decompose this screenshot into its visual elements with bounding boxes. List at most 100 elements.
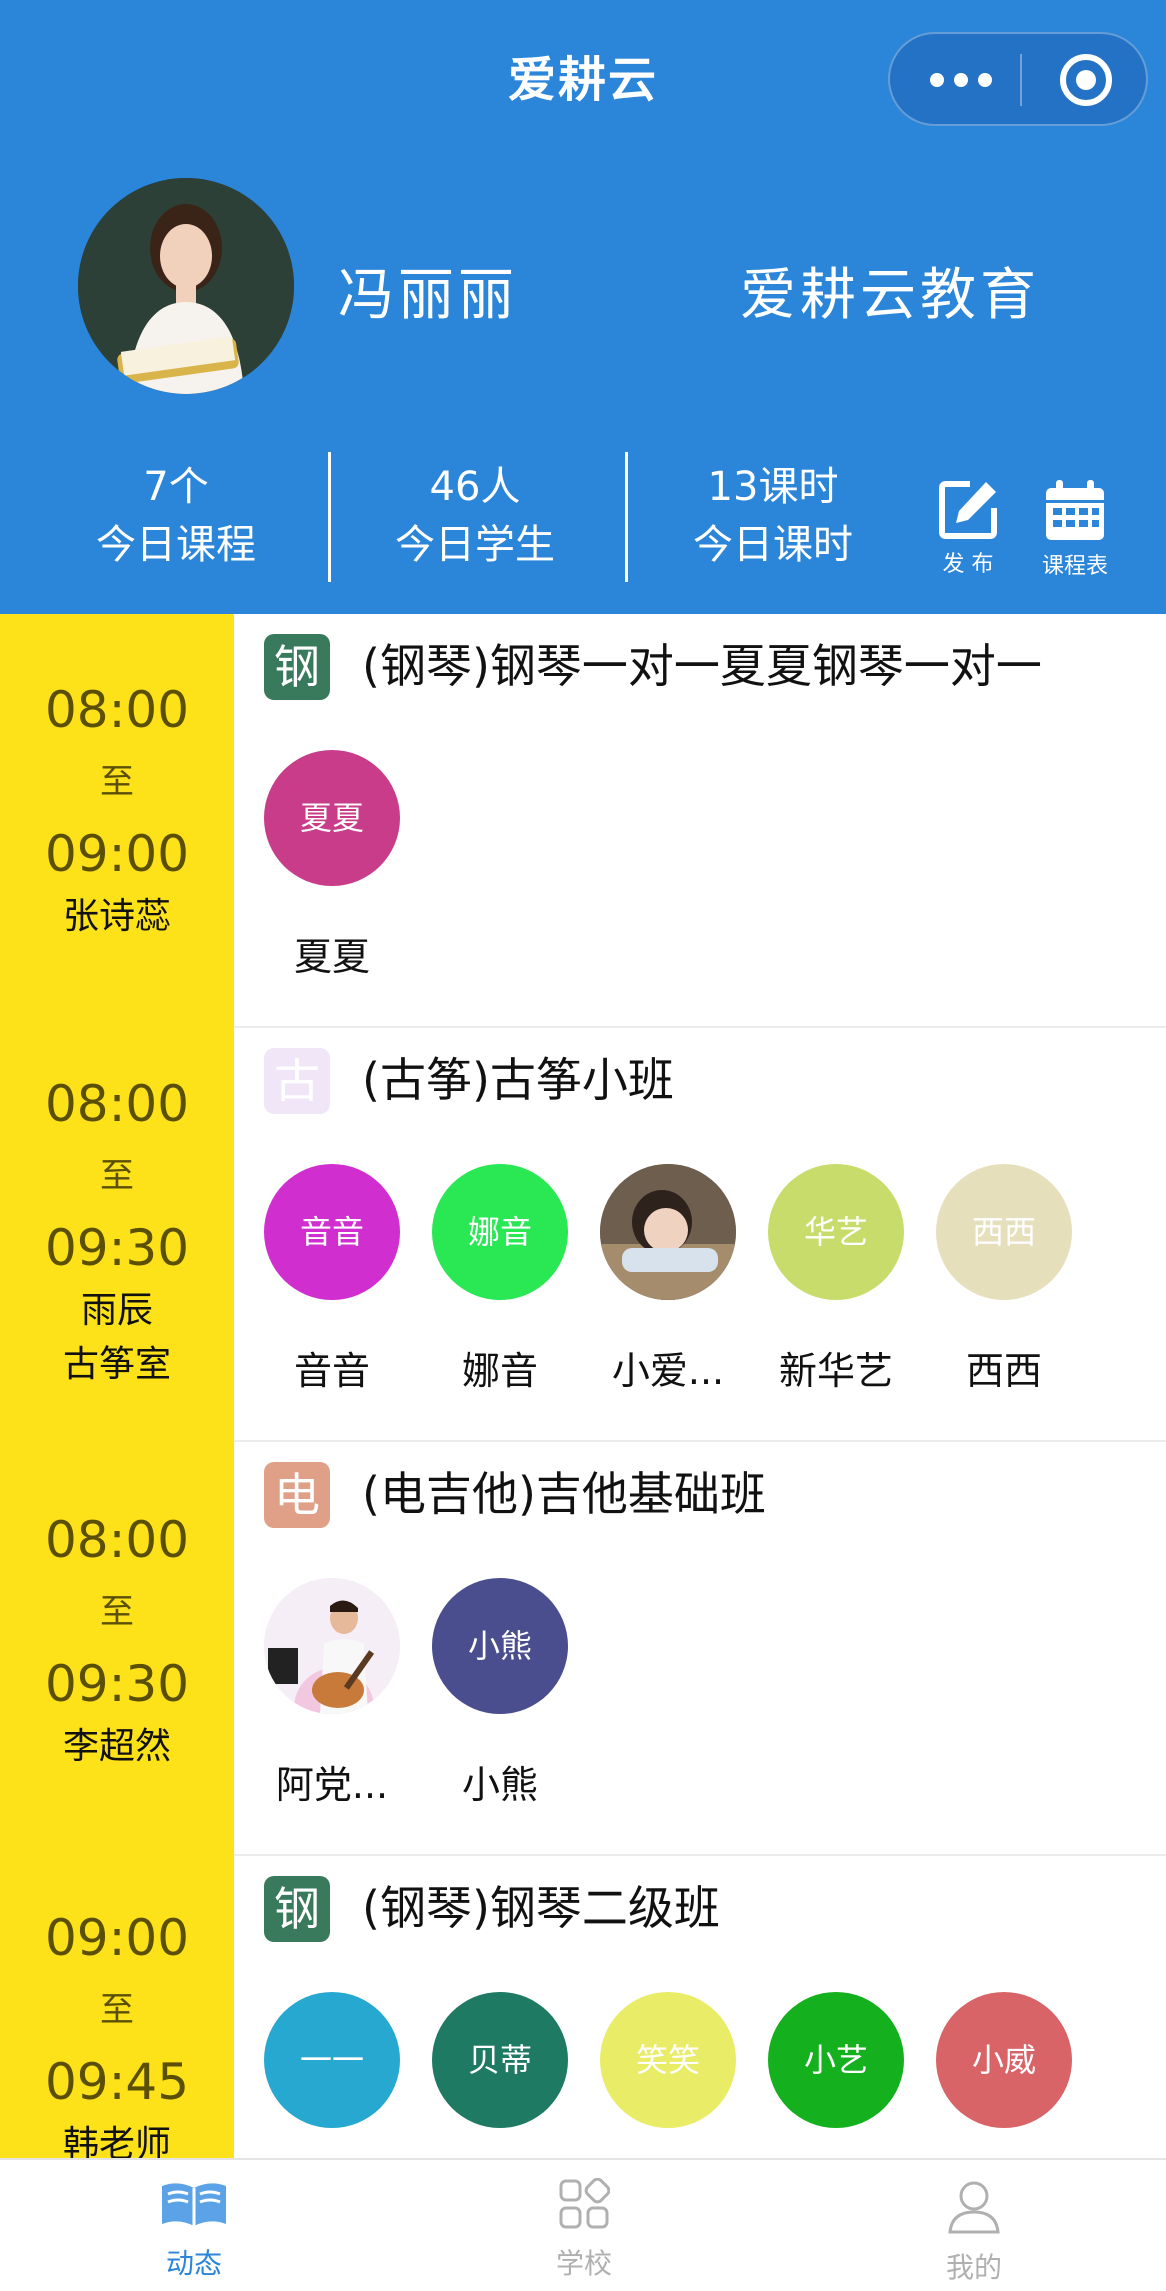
stat-label: 今日课程 xyxy=(96,522,256,568)
course-type-badge: 古 xyxy=(264,1048,330,1114)
student-item[interactable]: 小艺 xyxy=(752,1992,920,2128)
publish-button[interactable]: 发 布 xyxy=(918,478,1018,578)
course-time-column: 08:00 至 09:30 雨辰 古筝室 xyxy=(0,1028,234,1442)
teacher-name: 雨辰 xyxy=(80,1290,153,1331)
end-time: 09:30 xyxy=(44,1219,190,1277)
stat-divider xyxy=(328,452,331,582)
student-name: 西西 xyxy=(965,1349,1042,1393)
student-item[interactable]: 夏夏 夏夏 xyxy=(248,750,416,981)
student-item[interactable]: 贝蒂 xyxy=(416,1992,584,2128)
start-time: 09:00 xyxy=(44,1909,190,1967)
student-item[interactable]: 笑笑 xyxy=(584,1992,752,2128)
room-name: 古筝室 xyxy=(62,1344,171,1385)
course-card[interactable]: 08:00 至 09:30 雨辰 古筝室 古 (古筝)古筝小班 音音 音音 娜音… xyxy=(0,1028,1166,1442)
end-time: 09:45 xyxy=(44,2053,190,2111)
student-avatar: 音音 xyxy=(264,1164,400,1300)
tab-label: 学校 xyxy=(555,2247,612,2280)
student-item[interactable]: 阿党... xyxy=(248,1578,416,1809)
student-avatar: 华艺 xyxy=(768,1164,904,1300)
stat-value: 7个 xyxy=(143,464,209,510)
teacher-name: 张诗蕊 xyxy=(62,896,171,937)
avatar[interactable] xyxy=(78,178,294,394)
profile-name: 冯丽丽 xyxy=(338,263,518,328)
start-time: 08:00 xyxy=(44,1075,190,1133)
student-name: 小爱... xyxy=(611,1349,725,1393)
student-photo xyxy=(600,1164,736,1300)
edit-icon xyxy=(939,481,997,539)
course-type-badge: 钢 xyxy=(264,1876,330,1942)
end-time: 09:30 xyxy=(44,1655,190,1713)
stat-value: 46人 xyxy=(429,464,521,510)
student-item[interactable]: 小爱... xyxy=(584,1164,752,1395)
student-avatar: 小熊 xyxy=(432,1578,568,1714)
student-avatar: 小艺 xyxy=(768,1992,904,2128)
calendar-icon xyxy=(1046,480,1104,540)
student-avatar: 贝蒂 xyxy=(432,1992,568,2128)
more-icon[interactable] xyxy=(930,60,1010,100)
course-title: (电吉他)吉他基础班 xyxy=(362,1467,766,1521)
stat-today-students: 46人 今日学生 xyxy=(345,458,605,574)
schedule-button[interactable]: 课程表 xyxy=(1025,478,1125,580)
time-separator: 至 xyxy=(100,1990,134,2030)
stat-divider xyxy=(625,452,628,582)
student-avatar: 小威 xyxy=(936,1992,1072,2128)
course-card[interactable]: 08:00 至 09:00 张诗蕊 钢 (钢琴)钢琴一对一夏夏钢琴一对一 夏夏 … xyxy=(0,614,1166,1028)
course-card[interactable]: 08:00 至 09:30 李超然 电 (电吉他)吉他基础班 阿党... 小熊 … xyxy=(0,1442,1166,1856)
tab-school[interactable]: 学校 xyxy=(484,2177,684,2282)
book-icon xyxy=(162,2183,226,2226)
course-title: (钢琴)钢琴一对一夏夏钢琴一对一 xyxy=(362,639,1042,693)
student-item[interactable]: 小熊 小熊 xyxy=(416,1578,584,1809)
course-time-column: 08:00 至 09:30 李超然 xyxy=(0,1442,234,1856)
tab-label: 动态 xyxy=(165,2247,222,2280)
course-title: (钢琴)钢琴二级班 xyxy=(362,1881,720,1935)
tab-mine[interactable]: 我的 xyxy=(874,2178,1074,2286)
tab-bar: 动态 学校 我的 xyxy=(0,2158,1166,2291)
time-separator: 至 xyxy=(100,762,134,802)
student-item[interactable]: 西西 西西 xyxy=(920,1164,1088,1395)
student-avatar: 一一 xyxy=(264,1992,400,2128)
close-target-icon[interactable] xyxy=(1060,54,1112,106)
stat-today-hours: 13课时 今日课时 xyxy=(643,458,903,574)
tab-dynamic[interactable]: 动态 xyxy=(94,2178,294,2282)
end-time: 09:00 xyxy=(44,825,190,883)
time-separator: 至 xyxy=(100,1592,134,1632)
start-time: 08:00 xyxy=(44,681,190,739)
student-name: 阿党... xyxy=(275,1763,389,1807)
stat-label: 今日课时 xyxy=(693,522,853,568)
student-avatar: 夏夏 xyxy=(264,750,400,886)
student-name: 音音 xyxy=(293,1349,370,1393)
person-icon xyxy=(948,2181,1000,2234)
course-type-badge: 电 xyxy=(264,1462,330,1528)
student-avatar: 娜音 xyxy=(432,1164,568,1300)
student-avatar: 西西 xyxy=(936,1164,1072,1300)
student-avatar: 笑笑 xyxy=(600,1992,736,2128)
teacher-name: 李超然 xyxy=(62,1726,171,1767)
time-separator: 至 xyxy=(100,1156,134,1196)
header: 爱耕云 冯丽丽 爱耕云教育 7个 今日课程 46人 今日学生 13课时 今日课时 xyxy=(0,0,1166,614)
course-time-column: 08:00 至 09:00 张诗蕊 xyxy=(0,614,234,1028)
student-name: 小熊 xyxy=(461,1763,538,1807)
course-time-column: 09:00 至 09:45 韩老师 xyxy=(0,1856,234,2158)
course-card[interactable]: 09:00 至 09:45 韩老师 钢 (钢琴)钢琴二级班 一一 贝蒂 笑笑 小… xyxy=(0,1856,1166,2158)
student-item[interactable]: 音音 音音 xyxy=(248,1164,416,1395)
tab-label: 我的 xyxy=(945,2251,1002,2284)
schedule-label: 课程表 xyxy=(1041,554,1108,579)
stat-today-courses: 7个 今日课程 xyxy=(46,458,306,574)
student-item[interactable]: 小威 xyxy=(920,1992,1088,2128)
course-type-badge: 钢 xyxy=(264,634,330,700)
student-item[interactable]: 华艺 新华艺 xyxy=(752,1164,920,1395)
capsule-divider xyxy=(1020,54,1022,106)
organization-name: 爱耕云教育 xyxy=(740,263,1040,328)
teacher-name: 韩老师 xyxy=(62,2124,171,2158)
start-time: 08:00 xyxy=(44,1511,190,1569)
stat-value: 13课时 xyxy=(707,464,839,510)
publish-label: 发 布 xyxy=(942,552,994,577)
student-name: 新华艺 xyxy=(778,1349,893,1393)
student-item[interactable]: 娜音 娜音 xyxy=(416,1164,584,1395)
grid-icon xyxy=(559,2177,611,2229)
course-title: (古筝)古筝小班 xyxy=(362,1053,674,1107)
student-name: 夏夏 xyxy=(293,935,370,979)
student-name: 娜音 xyxy=(461,1349,538,1393)
student-item[interactable]: 一一 xyxy=(248,1992,416,2128)
stat-label: 今日学生 xyxy=(395,522,555,568)
